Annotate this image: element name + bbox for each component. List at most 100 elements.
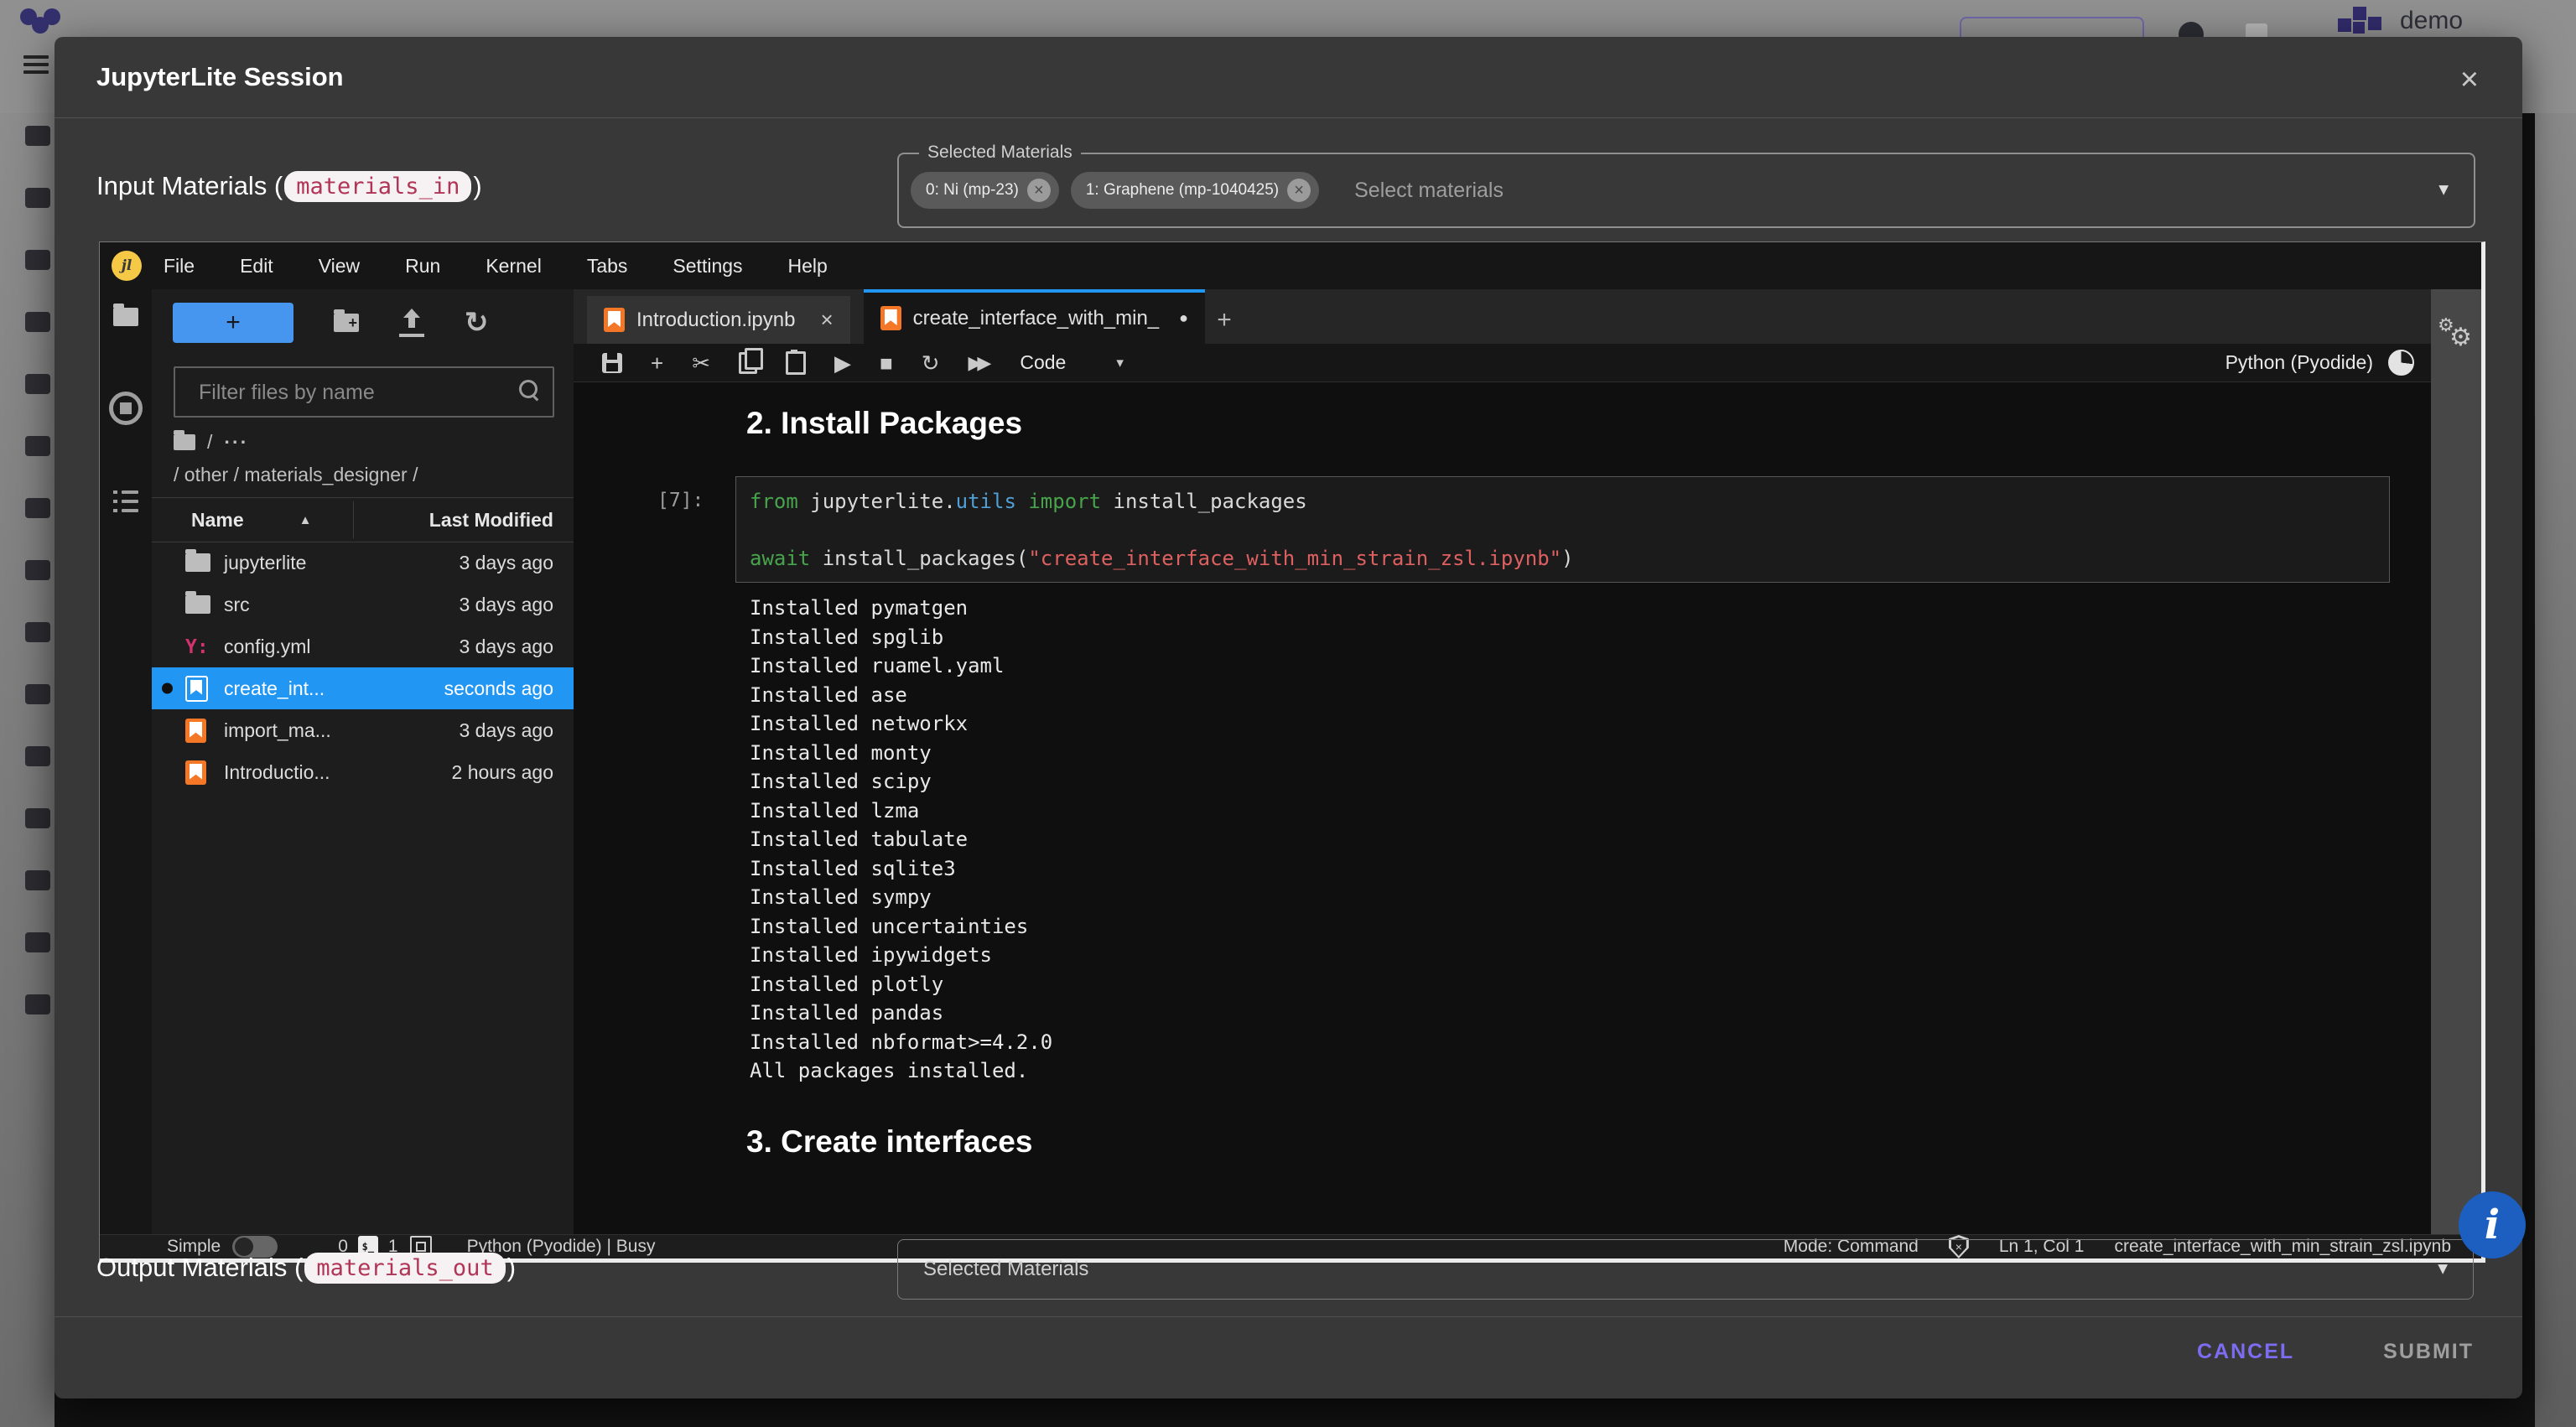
running-kernels-icon[interactable] [109,392,143,425]
user-avatar[interactable] [2338,7,2388,37]
cut-icon[interactable]: ✂ [692,352,710,374]
file-filter-box [174,366,554,418]
app-sidebar-icon[interactable] [25,250,50,270]
menu-item-settings[interactable]: Settings [673,255,742,278]
jupyter-right-rail: ⚙ ⚙ [2431,289,2481,1234]
breadcrumb-path[interactable]: / other / materials_designer / [174,464,551,486]
run-icon[interactable]: ▶ [834,352,851,374]
menu-item-file[interactable]: File [164,255,195,278]
dialog-title: JupyterLite Session [96,62,344,92]
app-sidebar-icon[interactable] [25,188,50,208]
close-icon[interactable]: × [2460,64,2479,96]
new-folder-icon[interactable]: + [334,314,359,332]
table-of-contents-icon[interactable] [113,490,138,512]
app-sidebar-icon[interactable] [25,808,50,828]
selected-materials-combobox[interactable]: Selected Materials 0: Ni (mp-23)×1: Grap… [897,153,2475,228]
app-sidebar-icon[interactable] [25,932,50,952]
kernel-name[interactable]: Python (Pyodide) [2225,351,2373,374]
code-editor[interactable]: from jupyterlite.utils import install_pa… [736,477,2389,583]
tab-active[interactable]: create_interface_with_min_● [864,289,1205,344]
cancel-button[interactable]: CANCEL [2190,1330,2301,1374]
chip-delete-icon[interactable]: × [1027,179,1051,202]
file-row[interactable]: jupyterlite3 days ago [152,542,574,584]
jupyter-menubar: jl FileEditViewRunKernelTabsSettingsHelp [100,242,2481,289]
menu-item-run[interactable]: Run [405,255,440,278]
chevron-down-icon[interactable]: ▼ [2435,181,2452,200]
app-sidebar-icon[interactable] [25,684,50,704]
app-sidebar-icon[interactable] [25,622,50,642]
file-modified: 3 days ago [459,594,553,616]
tab-label: create_interface_with_min_ [913,307,1160,330]
code-cell[interactable]: from jupyterlite.utils import install_pa… [735,476,2390,583]
menu-item-tabs[interactable]: Tabs [587,255,628,278]
column-name[interactable]: Name [191,509,244,532]
app-sidebar-icon[interactable] [25,870,50,890]
output-materials-select[interactable]: Selected Materials ▼ [897,1239,2474,1300]
file-modified: 2 hours ago [452,761,553,784]
menu-item-view[interactable]: View [319,255,360,278]
tab-close-icon[interactable]: × [820,307,833,333]
notebook-file-icon [604,308,625,332]
breadcrumb-home-icon[interactable] [174,434,195,450]
select-materials-placeholder[interactable]: Select materials [1354,179,1504,203]
menu-item-kernel[interactable]: Kernel [486,255,541,278]
app-logo [20,7,80,37]
upload-icon[interactable] [399,309,424,337]
cell-type-select[interactable]: Code [1020,351,1066,374]
material-chip[interactable]: 1: Graphene (mp-1040425)× [1071,172,1319,209]
app-sidebar-icon[interactable] [25,312,50,332]
file-name: Introductio... [224,761,330,784]
sort-asc-icon[interactable]: ▲ [299,513,312,527]
material-chip[interactable]: 0: Ni (mp-23)× [911,172,1059,209]
breadcrumb-ellipsis[interactable]: ··· [224,431,248,454]
execution-count: [7]: [657,490,704,511]
info-button[interactable]: i [2459,1191,2526,1258]
copy-icon[interactable] [739,352,757,374]
file-browser-icon[interactable] [113,308,138,326]
input-materials-label: Input Materials ( materials_in ) [96,163,482,210]
restart-kernel-icon[interactable]: ↻ [922,352,940,374]
app-sidebar-icon[interactable] [25,746,50,766]
file-modified: seconds ago [444,677,553,700]
file-modified: 3 days ago [459,719,553,742]
breadcrumb-root[interactable]: / [207,431,212,454]
file-row[interactable]: Y:config.yml3 days ago [152,625,574,667]
file-row[interactable]: Introductio... 2 hours ago [152,751,574,793]
selected-materials-chips: 0: Ni (mp-23)× 1: Graphene (mp-1040425)× S… [911,154,2423,226]
chip-delete-icon[interactable]: × [1287,179,1311,202]
app-sidebar-icon[interactable] [25,994,50,1014]
stop-icon[interactable]: ■ [880,352,893,374]
file-row[interactable]: create_int...seconds ago [152,667,574,709]
save-icon[interactable] [602,353,622,373]
submit-button[interactable]: SUBMIT [2376,1330,2480,1374]
menu-item-help[interactable]: Help [788,255,828,278]
file-modified: 3 days ago [459,636,553,658]
menu-item-edit[interactable]: Edit [240,255,273,278]
notebook-content: 2. Install Packages [7]: from jupyterlit… [574,382,2431,1234]
breadcrumb: / ··· / other / materials_designer / [174,430,551,486]
paste-icon[interactable] [786,351,806,375]
file-row[interactable]: import_ma...3 days ago [152,709,574,751]
property-inspector-gears-icon[interactable]: ⚙ ⚙ [2438,314,2475,351]
restart-run-all-icon[interactable]: ▶▶ [969,354,987,372]
file-row[interactable]: src3 days ago [152,584,574,625]
file-modified: 3 days ago [459,552,553,574]
app-sidebar-icon[interactable] [25,560,50,580]
app-sidebar-icon[interactable] [25,374,50,394]
notebook-file-icon [185,676,208,702]
notebook-file-icon [185,719,206,743]
column-last-modified[interactable]: Last Modified [429,509,553,532]
menu-hamburger-icon[interactable] [23,55,49,74]
add-tab-icon[interactable]: + [1205,296,1244,344]
refresh-icon[interactable]: ↻ [465,310,489,335]
jupyter-menu: File Edit View Run Kernel Tabs Settings Help [164,255,828,278]
file-filter-input[interactable] [197,368,502,418]
app-sidebar-icon[interactable] [25,436,50,456]
app-sidebar-icon[interactable] [25,498,50,518]
tab[interactable]: Introduction.ipynb× [587,296,850,344]
new-launcher-button[interactable]: + [173,303,293,343]
insert-cell-icon[interactable]: + [651,352,663,374]
app-sidebar-icon[interactable] [25,126,50,146]
jupyterlite-session-dialog: JupyterLite Session × Input Materials ( … [55,37,2522,1398]
cell-type-chevron-icon[interactable]: ▾ [1116,355,1124,371]
